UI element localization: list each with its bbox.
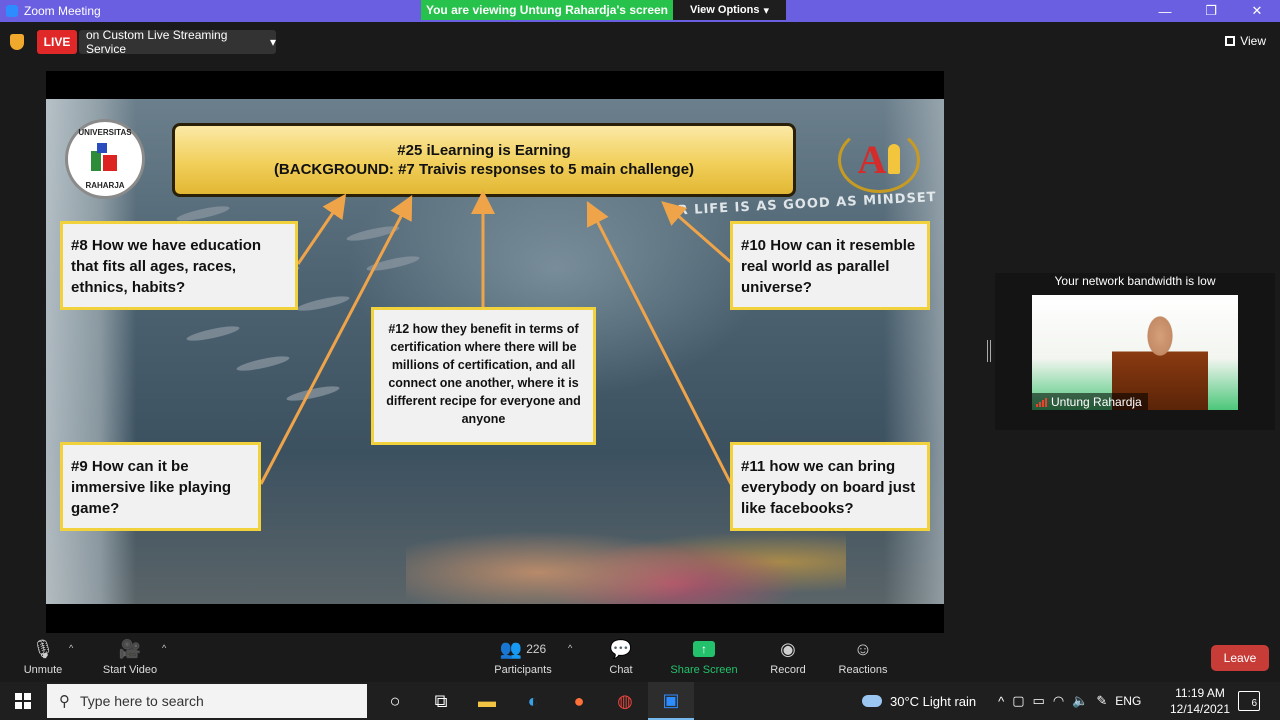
chrome-icon[interactable]: ◍ — [602, 682, 648, 720]
question-box-10: #10 How can it resemble real world as pa… — [730, 221, 930, 310]
chat-label: Chat — [609, 664, 633, 676]
presentation-slide: UR LIFE IS AS GOOD AS MINDSET UNIVERSITA… — [46, 99, 944, 604]
leave-button[interactable]: Leave — [1211, 645, 1269, 671]
unmute-label: Unmute — [23, 664, 63, 676]
poor-connection-icon — [1036, 397, 1047, 407]
start-button[interactable] — [0, 682, 46, 720]
system-tray: 30°C Light rain ^ ▢ ▭ ◠ 🔈 ✎ ENG — [862, 682, 1141, 720]
record-icon: ◉ — [780, 638, 796, 659]
live-badge[interactable]: LIVE — [37, 30, 77, 54]
file-explorer-icon[interactable]: ▬ — [464, 682, 510, 720]
unmute-button[interactable]: 🎙 Unmute — [22, 637, 64, 677]
participant-video[interactable]: Untung Rahardja — [1032, 295, 1238, 410]
start-video-button[interactable]: 🎥 Start Video — [101, 637, 159, 677]
caret-down-icon: ▾ — [269, 35, 276, 49]
reactions-label: Reactions — [838, 664, 888, 676]
search-icon: ⚲ — [59, 693, 70, 710]
participants-count: 226 — [526, 642, 547, 656]
view-layout-label: View — [1240, 34, 1266, 48]
start-video-label: Start Video — [102, 664, 158, 676]
notification-center-icon[interactable]: 6 — [1238, 691, 1260, 711]
question-box-12: #12 how they benefit in terms of certifi… — [371, 307, 596, 445]
close-button[interactable]: ✕ — [1234, 0, 1280, 22]
windows-logo-icon — [15, 693, 31, 709]
pen-workspace-icon[interactable]: ✎ — [1096, 693, 1107, 709]
arrow-q8 — [296, 193, 347, 265]
meeting-toolbar: 🎙 Unmute ^ 🎥 Start Video ^ 👥 226 Particip… — [0, 633, 1280, 682]
viewing-screen-banner: You are viewing Untung Rahardja's screen — [421, 0, 673, 20]
participant-name-tag: Untung Rahardja — [1032, 393, 1148, 410]
restore-button[interactable]: ❐ — [1188, 0, 1234, 22]
input-language[interactable]: ENG — [1115, 694, 1141, 708]
participant-video-panel: Your network bandwidth is low Untung Rah… — [995, 273, 1275, 430]
weather-text[interactable]: 30°C Light rain — [890, 694, 976, 709]
task-view-icon[interactable]: ⧉ — [418, 682, 464, 720]
window-title: Zoom Meeting — [24, 4, 101, 18]
battery-icon[interactable]: ▭ — [1033, 693, 1045, 709]
windows-taskbar: ⚲ Type here to search ○ ⧉ ▬ ◐ ● ◍ ▣ 30°C… — [0, 682, 1280, 720]
reactions-button[interactable]: ☺ Reactions — [838, 637, 888, 677]
edge-browser-icon[interactable]: ◐ — [510, 682, 556, 720]
view-layout-button[interactable]: View — [1225, 34, 1266, 48]
question-box-9: #9 How can it be immersive like playing … — [60, 442, 261, 531]
panel-resize-handle[interactable] — [987, 340, 991, 362]
chevron-down-icon: ▾ — [763, 4, 769, 17]
meeting-info-bar: LIVE on Custom Live Streaming Service ▾ … — [0, 22, 1280, 62]
arrow-q11 — [586, 200, 733, 485]
network-icon[interactable]: ◠ — [1053, 693, 1064, 709]
share-screen-icon: ↑ — [693, 637, 715, 661]
window-controls: — ❐ ✕ — [1142, 0, 1280, 22]
taskbar-apps: ○ ⧉ ▬ ◐ ● ◍ ▣ — [372, 682, 694, 720]
participants-icon: 👥 226 — [499, 638, 547, 659]
record-button[interactable]: ◉ Record — [769, 637, 807, 677]
question-box-8: #8 How we have education that fits all a… — [60, 221, 298, 310]
participant-name: Untung Rahardja — [1051, 394, 1142, 409]
video-off-icon: 🎥 — [118, 638, 142, 659]
grid-view-icon — [1225, 36, 1236, 46]
zoom-app-icon — [6, 5, 18, 17]
audio-options-caret[interactable]: ^ — [69, 643, 73, 653]
cortana-icon[interactable]: ○ — [372, 682, 418, 720]
security-shield-icon[interactable] — [10, 34, 24, 50]
view-options-label: View Options — [689, 4, 760, 16]
notification-count: 6 — [1251, 698, 1257, 709]
volume-muted-icon[interactable]: 🔈 — [1072, 693, 1088, 709]
view-options-button[interactable]: View Options ▾ — [673, 0, 786, 20]
zoom-taskbar-icon[interactable]: ▣ — [648, 682, 694, 720]
clock-time: 11:19 AM — [1175, 686, 1225, 700]
live-stream-label: on Custom Live Streaming Service — [86, 28, 228, 56]
video-options-caret[interactable]: ^ — [162, 643, 166, 653]
clock-date: 12/14/2021 — [1169, 702, 1231, 716]
search-placeholder: Type here to search — [80, 693, 204, 709]
arrow-q10 — [661, 201, 734, 266]
record-label: Record — [770, 664, 806, 676]
taskbar-clock[interactable]: 11:19 AM 12/14/2021 — [1166, 685, 1234, 717]
microphone-muted-icon: 🎙 — [31, 638, 55, 659]
minimize-button[interactable]: — — [1142, 0, 1188, 22]
question-box-11: #11 how we can bring everybody on board … — [730, 442, 930, 531]
participants-label: Participants — [494, 664, 552, 676]
firefox-icon[interactable]: ● — [556, 682, 602, 720]
chat-button[interactable]: 💬 Chat — [606, 637, 636, 677]
meet-now-icon[interactable]: ▢ — [1012, 693, 1024, 709]
bandwidth-warning: Your network bandwidth is low — [1054, 274, 1216, 288]
taskbar-search-box[interactable]: ⚲ Type here to search — [47, 684, 367, 718]
share-screen-label: Share Screen — [670, 664, 738, 676]
participants-button[interactable]: 👥 226 Participants — [493, 637, 553, 677]
reactions-icon: ☺ — [853, 638, 873, 659]
show-hidden-icons-chevron-icon[interactable]: ^ — [998, 694, 1004, 709]
chat-icon: 💬 — [609, 638, 633, 659]
weather-cloud-icon[interactable] — [862, 695, 882, 707]
share-screen-button[interactable]: ↑ Share Screen — [670, 637, 738, 676]
participants-options-caret[interactable]: ^ — [568, 643, 572, 653]
live-stream-dropdown[interactable]: on Custom Live Streaming Service ▾ — [79, 28, 276, 56]
